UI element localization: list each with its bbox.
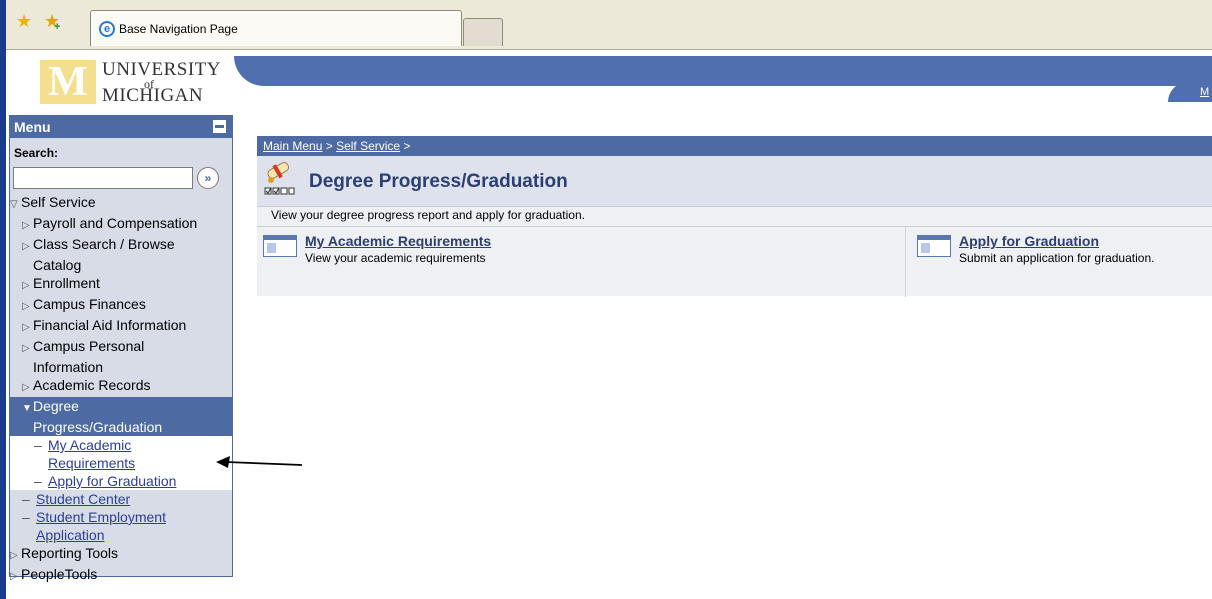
- divider: [257, 226, 1212, 227]
- collapsed-triangle-icon: ▷: [22, 220, 30, 231]
- favorites-star-icon[interactable]: ★: [16, 12, 32, 30]
- collapsed-triangle-icon: ▷: [22, 382, 30, 393]
- add-favorites-icon[interactable]: ★ +: [44, 12, 60, 33]
- search-label: Search:: [14, 146, 59, 160]
- pointer-arrow-icon: [216, 456, 303, 468]
- dash-icon: –: [34, 437, 42, 453]
- search-go-icon[interactable]: »: [197, 167, 219, 189]
- breadcrumb-sep: >: [322, 139, 337, 153]
- browser-tab[interactable]: e Base Navigation Page: [90, 10, 462, 46]
- menu-item[interactable]: – Apply for Graduation: [10, 472, 232, 490]
- collapsed-triangle-icon: ▷: [10, 571, 18, 582]
- menu-item-label: Payroll and Compensation: [33, 215, 198, 231]
- menu-item[interactable]: Catalog: [10, 256, 232, 274]
- menu-item[interactable]: ▷ Enrollment: [10, 274, 232, 295]
- menu-item[interactable]: ▷ Campus Finances: [10, 295, 232, 316]
- page-description: View your degree progress report and app…: [271, 208, 585, 222]
- menu-item-label: Catalog: [33, 257, 82, 273]
- new-tab-button[interactable]: [463, 18, 503, 46]
- dash-icon: –: [34, 473, 42, 489]
- menu-item[interactable]: ▷ Reporting Tools: [10, 544, 232, 565]
- breadcrumb-text: Main Menu > Self Service >: [263, 139, 410, 153]
- menu-item[interactable]: ▽ Self Service: [10, 193, 232, 214]
- collapse-menu-icon[interactable]: [213, 120, 226, 133]
- menu-item-label[interactable]: Student Center: [36, 491, 130, 507]
- menu-item-label: Enrollment: [33, 275, 100, 291]
- ie-icon: e: [99, 21, 115, 37]
- dash-icon: –: [22, 491, 30, 507]
- page-title-area: Degree Progress/Graduation: [257, 156, 1212, 206]
- menu-item[interactable]: – Student Center: [10, 490, 232, 508]
- menu-item[interactable]: ▷ Financial Aid Information: [10, 316, 232, 337]
- menu-item-label: Self Service: [21, 194, 96, 210]
- menu-item-label[interactable]: Requirements: [48, 455, 135, 471]
- page-title: Degree Progress/Graduation: [309, 171, 568, 192]
- browser-tab-bar: ★ ★ + e Base Navigation Page: [6, 0, 1212, 50]
- diploma-checklist-icon: [264, 162, 295, 195]
- breadcrumb: Main Menu > Self Service >: [257, 136, 1212, 156]
- menu-item[interactable]: ▼Degree: [10, 397, 232, 418]
- menu-item-label[interactable]: My Academic: [48, 437, 131, 453]
- menu-title: Menu: [14, 119, 51, 135]
- menu-item[interactable]: ▷ PeopleTools: [10, 565, 232, 586]
- collapsed-triangle-icon: ▷: [10, 550, 18, 561]
- menu-item-label: Financial Aid Information: [33, 317, 187, 333]
- logo-letter: M: [48, 59, 88, 105]
- menu-item[interactable]: ▷ Campus Personal: [10, 337, 232, 358]
- apply-for-graduation-link[interactable]: Apply for Graduation: [959, 233, 1099, 249]
- menu-item[interactable]: Information: [10, 358, 232, 376]
- menu-item-label[interactable]: Application: [36, 527, 105, 543]
- search-input[interactable]: [13, 167, 193, 189]
- expanded-triangle-icon: ▽: [10, 199, 18, 210]
- card-description: View your academic requirements: [305, 251, 486, 265]
- menu-item[interactable]: Application: [10, 526, 232, 544]
- breadcrumb-sep: >: [400, 139, 411, 153]
- menu-item[interactable]: Progress/Graduation: [10, 418, 232, 436]
- breadcrumb-main-menu[interactable]: Main Menu: [263, 139, 322, 153]
- column-divider: [905, 227, 906, 297]
- menu-item-label: PeopleTools: [21, 566, 98, 582]
- menu-item-label: Information: [33, 359, 104, 375]
- menu-item-label: Academic Records: [33, 377, 151, 393]
- university-logo: M UNIVERSITY of MICHIGAN: [10, 55, 224, 111]
- collapsed-triangle-icon: ▷: [22, 280, 30, 291]
- menu-item[interactable]: – My Academic: [10, 436, 232, 454]
- menu-item-label: Campus Personal: [33, 338, 145, 354]
- menu-item-label: Campus Finances: [33, 296, 146, 312]
- menu-panel: Menu Search: » ▽ Self Service ▷ Payroll and…: [9, 115, 233, 582]
- collapsed-triangle-icon: ▷: [22, 322, 30, 333]
- collapsed-triangle-icon: ▷: [22, 241, 30, 252]
- menu-header: Menu: [10, 116, 232, 138]
- menu-item[interactable]: ▷ Class Search / Browse: [10, 235, 232, 256]
- logo-line-michigan: MICHIGAN: [102, 85, 204, 106]
- menu-item-label: Reporting Tools: [21, 545, 119, 561]
- selected-triangle-icon: ▼: [22, 403, 32, 414]
- header-band: [234, 56, 1212, 86]
- my-academic-requirements-link[interactable]: My Academic Requirements: [305, 233, 491, 249]
- menu-item[interactable]: ▷ Payroll and Compensation: [10, 214, 232, 235]
- header-link[interactable]: M: [1200, 86, 1209, 98]
- browser-tab-title: Base Navigation Page: [119, 22, 238, 36]
- menu-item[interactable]: Requirements: [10, 454, 232, 472]
- menu-item[interactable]: – Student Employment: [10, 508, 232, 526]
- card-description: Submit an application for graduation.: [959, 251, 1155, 265]
- menu-item-label[interactable]: Student Employment: [36, 509, 166, 525]
- collapsed-triangle-icon: ▷: [22, 301, 30, 312]
- collapsed-triangle-icon: ▷: [22, 343, 30, 354]
- window-edge: [0, 0, 6, 599]
- menu-item-label: Class Search / Browse: [33, 236, 175, 252]
- dash-icon: –: [22, 509, 30, 525]
- logo-line-university: UNIVERSITY: [102, 59, 221, 80]
- breadcrumb-self-service[interactable]: Self Service: [336, 139, 400, 153]
- search-row: »: [10, 165, 232, 193]
- menu-item-label: Progress/Graduation: [33, 419, 163, 435]
- menu-item-label[interactable]: Apply for Graduation: [48, 473, 176, 489]
- page-window-icon[interactable]: [917, 235, 951, 257]
- page-content: View your degree progress report and app…: [257, 206, 1212, 297]
- menu-list: ▽ Self Service ▷ Payroll and Compensation ▷ C…: [10, 193, 232, 586]
- page-window-icon[interactable]: [263, 235, 297, 257]
- menu-item-label: Degree: [33, 398, 79, 414]
- menu-item[interactable]: ▷ Academic Records: [10, 376, 232, 397]
